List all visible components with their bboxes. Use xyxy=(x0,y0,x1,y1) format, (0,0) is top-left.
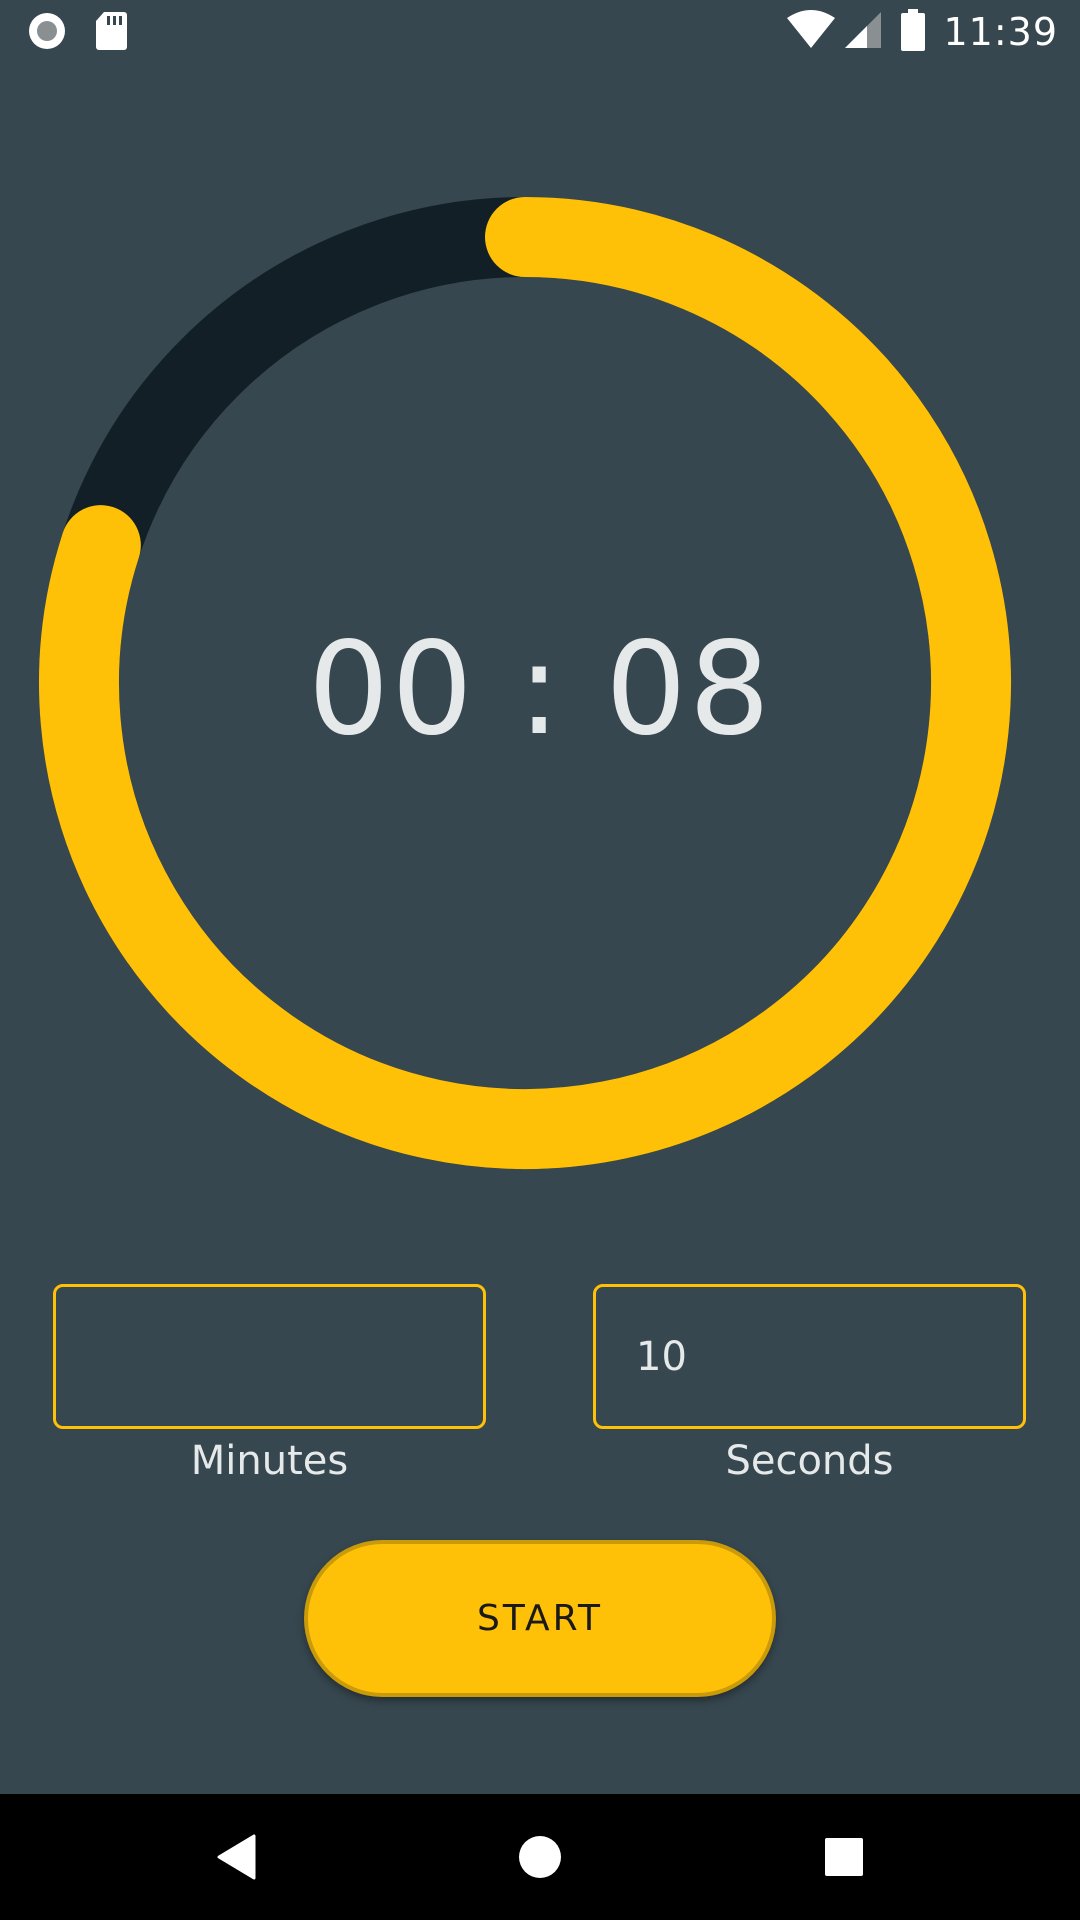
timer-display: 00 : 08 xyxy=(307,615,773,764)
timer-progress-ring xyxy=(39,197,1011,1169)
start-button[interactable]: START xyxy=(304,1540,776,1697)
nav-bar xyxy=(0,1794,1080,1920)
home-icon[interactable] xyxy=(480,1794,600,1920)
seconds-label: Seconds xyxy=(725,1438,894,1484)
minutes-label: Minutes xyxy=(190,1438,349,1484)
timer-screen: 11:39 00 : 08 Minutes Seconds START xyxy=(0,0,1080,1920)
seconds-input[interactable] xyxy=(593,1284,1026,1429)
minutes-input[interactable] xyxy=(53,1284,486,1429)
start-button-label: START xyxy=(476,1598,604,1639)
back-icon[interactable] xyxy=(176,1794,296,1920)
recents-icon[interactable] xyxy=(784,1794,904,1920)
